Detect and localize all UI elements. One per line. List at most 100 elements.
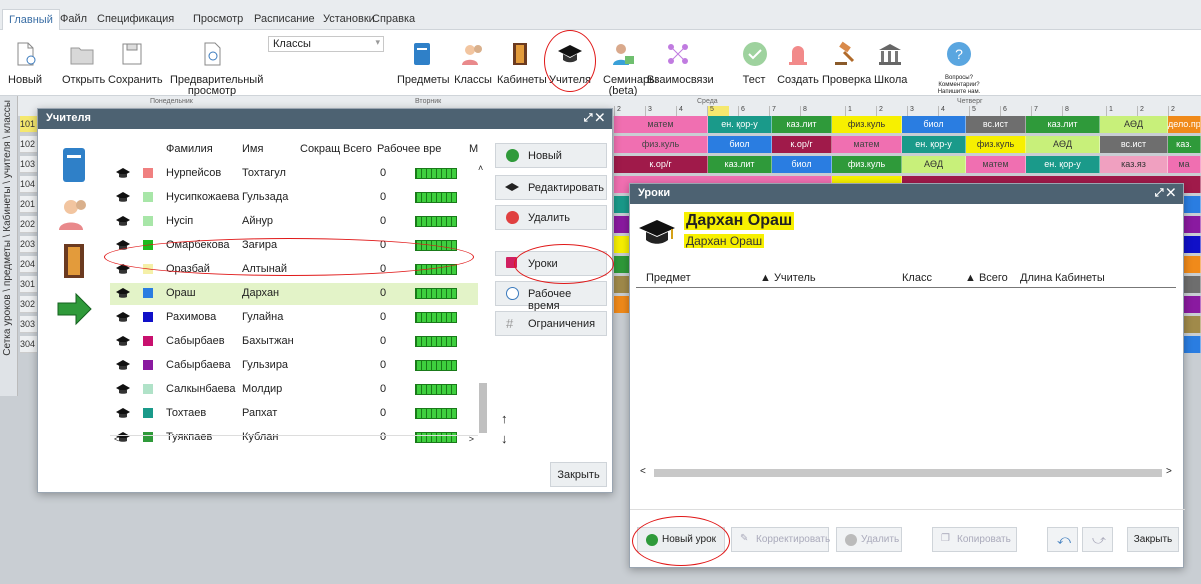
column-header[interactable]: Сокращен bbox=[300, 143, 340, 155]
column-header[interactable]: Всего bbox=[343, 143, 372, 155]
subjects-book-icon[interactable] bbox=[54, 145, 94, 185]
column-header[interactable]: ▲ Всего bbox=[965, 272, 1008, 284]
classes-people-icon[interactable] bbox=[54, 193, 94, 233]
lesson-cell[interactable] bbox=[614, 276, 630, 293]
lesson-cell[interactable]: каз.лит bbox=[1026, 116, 1100, 133]
row-label[interactable]: 204 bbox=[20, 256, 38, 273]
lesson-cell[interactable]: ен. қор-у bbox=[1026, 156, 1100, 173]
column-header[interactable]: Длина bbox=[1020, 272, 1052, 284]
vertical-scrollbar[interactable]: ˄ bbox=[478, 163, 488, 433]
lesson-cell[interactable] bbox=[1184, 256, 1201, 273]
row-label[interactable]: 103 bbox=[20, 156, 38, 173]
lesson-cell[interactable] bbox=[1184, 196, 1201, 213]
constraints-button[interactable]: # Ограничения bbox=[495, 311, 607, 336]
relations-button[interactable]: Взаимосвязи bbox=[647, 40, 714, 86]
lesson-cell[interactable]: матем bbox=[832, 136, 902, 153]
lesson-cell[interactable] bbox=[1184, 276, 1201, 293]
row-label[interactable]: 104 bbox=[20, 176, 38, 193]
create-button[interactable]: Создать bbox=[777, 40, 819, 86]
subjects-button[interactable]: Предметы bbox=[397, 40, 450, 86]
new-button[interactable]: Новый bbox=[8, 40, 42, 86]
teacher-row[interactable]: Нусіп Айнур 0 bbox=[110, 211, 478, 233]
scroll-thumb[interactable] bbox=[479, 383, 487, 433]
check-button[interactable]: Проверка bbox=[822, 40, 871, 86]
chevron-left-icon[interactable]: < bbox=[640, 466, 646, 477]
lesson-cell[interactable]: АӨД bbox=[1026, 136, 1100, 153]
lesson-cell[interactable]: АӨД bbox=[1100, 116, 1168, 133]
lesson-cell[interactable]: физ.куль bbox=[832, 156, 902, 173]
row-label[interactable]: 302 bbox=[20, 296, 38, 313]
lesson-cell[interactable] bbox=[1184, 296, 1201, 313]
horizontal-scrollbar[interactable]: < > bbox=[110, 434, 478, 447]
rooms-button[interactable]: Кабинеты bbox=[497, 40, 547, 86]
door-icon[interactable] bbox=[54, 241, 94, 281]
lesson-cell[interactable] bbox=[1184, 336, 1201, 353]
lesson-cell[interactable] bbox=[614, 296, 630, 313]
menu-specification[interactable]: Спецификация bbox=[97, 13, 174, 25]
column-header[interactable]: Предмет bbox=[646, 272, 691, 284]
delete-teacher-button[interactable]: Удалить bbox=[495, 205, 607, 230]
move-up-icon[interactable]: ↑ bbox=[501, 411, 508, 426]
lesson-cell[interactable]: физ.куль bbox=[614, 136, 708, 153]
menu-main[interactable]: Главный bbox=[2, 9, 60, 31]
lesson-cell[interactable]: ен. қор-у bbox=[708, 116, 772, 133]
school-button[interactable]: Школа bbox=[874, 40, 907, 86]
lesson-cell[interactable]: биол bbox=[708, 136, 772, 153]
teacher-row[interactable]: Сабырбаев Бахытжан 0 bbox=[110, 331, 478, 353]
chevron-right-icon[interactable]: > bbox=[1166, 466, 1172, 477]
menu-file[interactable]: Файл bbox=[60, 13, 87, 25]
lesson-cell[interactable]: ен. қор-у bbox=[902, 136, 966, 153]
menu-settings[interactable]: Установки bbox=[323, 13, 375, 25]
row-label[interactable]: 101 bbox=[20, 116, 38, 133]
column-header[interactable]: Класс bbox=[902, 272, 932, 284]
row-label[interactable]: 201 bbox=[20, 196, 38, 213]
row-label[interactable]: 102 bbox=[20, 136, 38, 153]
teacher-row[interactable]: Нусипкожаева Гульзада 0 bbox=[110, 187, 478, 209]
row-label[interactable]: 303 bbox=[20, 316, 38, 333]
lesson-cell[interactable]: к.ор/г bbox=[772, 136, 832, 153]
save-button[interactable]: Сохранить bbox=[108, 40, 163, 86]
row-label[interactable]: 203 bbox=[20, 236, 38, 253]
classes-button[interactable]: Классы bbox=[452, 40, 494, 86]
column-header[interactable]: Имя bbox=[242, 143, 263, 155]
teacher-row[interactable]: Нурпейсов Тохтагул 0 bbox=[110, 163, 478, 185]
correct-lesson-button[interactable]: ✎ Корректировать bbox=[731, 527, 830, 552]
menu-schedule[interactable]: Расписание bbox=[254, 13, 315, 25]
side-tabs[interactable]: Сетка уроков \ предметы \ Кабинеты \ учи… bbox=[0, 96, 18, 396]
lesson-cell[interactable] bbox=[1184, 216, 1201, 233]
teacher-row[interactable]: Ораш Дархан 0 bbox=[110, 283, 478, 305]
horizontal-scrollbar[interactable]: < > bbox=[636, 466, 1176, 480]
maximize-close-icon[interactable]: ⤢ ✕ bbox=[1155, 187, 1175, 200]
teacher-row[interactable]: Сабырбаева Гульзира 0 bbox=[110, 355, 478, 377]
lesson-cell[interactable] bbox=[1184, 236, 1201, 253]
edit-teacher-button[interactable]: Редактировать bbox=[495, 175, 607, 200]
preview-button[interactable]: Предварительный просмотр bbox=[170, 40, 263, 97]
lesson-cell[interactable] bbox=[614, 236, 630, 253]
lesson-cell[interactable]: каз. bbox=[1168, 136, 1201, 153]
lesson-cell[interactable]: матем bbox=[966, 156, 1026, 173]
lesson-cell[interactable]: каз.лит bbox=[708, 156, 772, 173]
feedback-button[interactable]: ? Вопросы? Комментарии? Напишите нам. bbox=[928, 40, 990, 96]
seminars-button[interactable]: Семинары (beta) bbox=[603, 40, 657, 97]
worktime-button[interactable]: Рабочее время bbox=[495, 281, 607, 312]
move-down-icon[interactable]: ↓ bbox=[501, 431, 508, 446]
lesson-cell[interactable]: физ.куль bbox=[966, 136, 1026, 153]
lesson-cell[interactable] bbox=[614, 196, 630, 213]
column-header[interactable]: Рабочее вре bbox=[377, 143, 441, 155]
lesson-cell[interactable]: каз.яз bbox=[1100, 156, 1168, 173]
undo-button[interactable]: ⤺ bbox=[1047, 527, 1078, 552]
column-header[interactable]: Фамилия bbox=[166, 143, 213, 155]
lesson-cell[interactable] bbox=[614, 256, 630, 273]
lesson-cell[interactable]: к.ор/г bbox=[614, 156, 708, 173]
teacher-row[interactable]: Салкынбаева Молдир 0 bbox=[110, 379, 478, 401]
row-label[interactable]: 304 bbox=[20, 336, 38, 353]
close-teachers-button[interactable]: Закрыть bbox=[550, 462, 607, 487]
open-button[interactable]: Открыть bbox=[62, 40, 105, 86]
copy-lesson-button[interactable]: ❐ Копировать bbox=[932, 527, 1017, 552]
column-header[interactable]: М bbox=[469, 143, 478, 155]
lesson-cell[interactable]: биол bbox=[902, 116, 966, 133]
lesson-cell[interactable]: биол bbox=[772, 156, 832, 173]
maximize-close-icon[interactable]: ⤢ ✕ bbox=[584, 112, 604, 125]
row-label[interactable]: 202 bbox=[20, 216, 38, 233]
lesson-cell[interactable]: вс.ист bbox=[1100, 136, 1168, 153]
